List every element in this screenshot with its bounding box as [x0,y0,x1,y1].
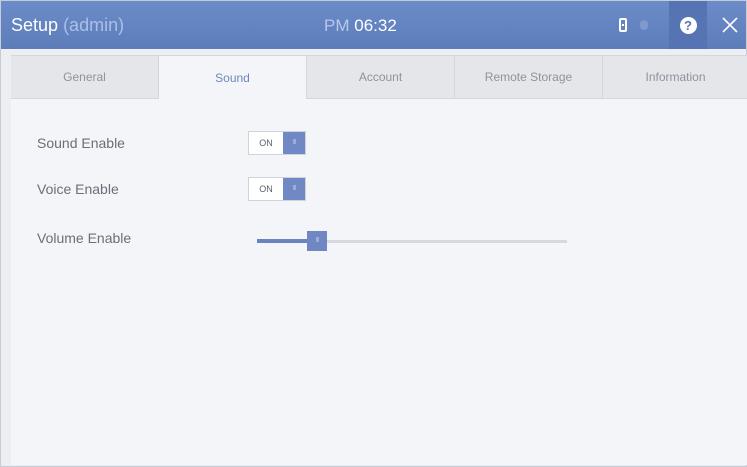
voice-enable-toggle[interactable]: ON III [248,177,306,201]
help-icon: ? [679,16,697,34]
volume-slider-fill [257,239,307,243]
tab-general[interactable]: General [11,56,159,98]
close-icon [722,17,738,33]
voice-enable-state: ON [259,184,273,194]
window-title: Setup (admin) [11,14,124,36]
clock: PM 06:32 [324,15,397,37]
tab-sound[interactable]: Sound [159,56,307,99]
voice-enable-knob: III [283,178,305,200]
clock-period: PM [324,16,350,35]
sound-enable-knob: III [283,132,305,154]
volume-slider-thumb[interactable]: III [307,231,327,251]
sound-enable-toggle[interactable]: ON III [248,131,306,155]
window-title-user: (admin) [63,15,125,35]
tab-information[interactable]: Information [603,56,747,98]
battery-icon [613,1,633,49]
sound-enable-label: Sound Enable [37,135,125,151]
voice-enable-label: Voice Enable [37,181,119,197]
sound-settings-panel: Sound Enable ON III Voice Enable ON III … [11,99,747,465]
volume-label: Volume Enable [37,230,132,246]
help-button[interactable]: ? [669,1,707,49]
indicator-icon [637,1,651,49]
setup-window: Setup (admin) PM 06:32 ? General Sound A… [0,0,747,467]
close-button[interactable] [715,1,745,49]
volume-slider[interactable]: III [257,231,567,251]
tab-remote-storage[interactable]: Remote Storage [455,56,603,98]
clock-time: 06:32 [354,16,397,35]
tab-account[interactable]: Account [307,56,455,98]
title-bar: Setup (admin) PM 06:32 ? [1,1,746,49]
tab-bar: General Sound Account Remote Storage Inf… [11,55,747,99]
window-title-text: Setup [11,15,59,35]
sound-enable-state: ON [259,138,273,148]
